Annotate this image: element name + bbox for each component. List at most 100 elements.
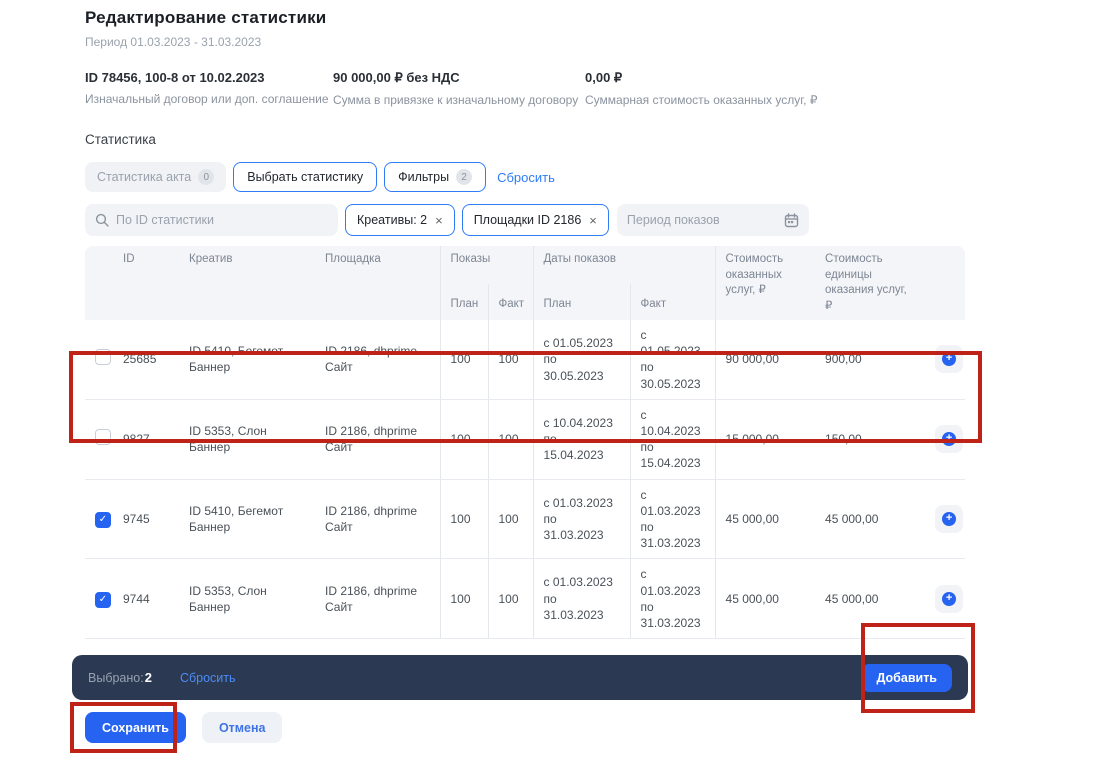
calendar-icon	[784, 213, 799, 228]
contract-info-item: 90 000,00 ₽ без НДС Сумма в привязке к и…	[333, 70, 585, 107]
row-shows-plan: 100	[440, 399, 488, 479]
row-actions-cell: +	[925, 399, 965, 479]
reset-filters-link[interactable]: Сбросить	[497, 170, 555, 185]
contract-info-item: ID 78456, 100-8 от 10.02.2023 Изначальны…	[85, 70, 333, 107]
row-unit-cost: 45 000,00	[815, 479, 925, 559]
header-creative: Креатив	[179, 246, 315, 320]
expand-row-button[interactable]: +	[935, 345, 963, 373]
row-dates-fact: с 01.03.2023по 31.03.2023	[630, 559, 715, 639]
row-checkbox[interactable]: ✓	[95, 592, 111, 608]
row-cost: 45 000,00	[715, 479, 815, 559]
plus-icon: +	[942, 432, 956, 446]
selected-label: Выбрано:	[88, 671, 144, 685]
row-platform: ID 2186, dhprimeСайт	[315, 479, 440, 559]
act-statistics-count-badge: 0	[198, 169, 214, 185]
expand-row-button[interactable]: +	[935, 505, 963, 533]
filters-count-badge: 2	[456, 169, 472, 185]
plus-icon: +	[942, 592, 956, 606]
row-checkbox[interactable]	[95, 349, 111, 365]
selected-count: 2	[145, 670, 152, 685]
row-actions-cell: +	[925, 320, 965, 399]
cancel-button[interactable]: Отмена	[202, 712, 283, 743]
filters-button[interactable]: Фильтры 2	[384, 162, 486, 192]
row-dates-plan: с 01.05.2023по 30.05.2023	[533, 320, 630, 399]
row-dates-plan: с 01.03.2023по 31.03.2023	[533, 559, 630, 639]
row-platform: ID 2186, dhprimeСайт	[315, 320, 440, 399]
plus-icon: +	[942, 352, 956, 366]
selection-reset-link[interactable]: Сбросить	[180, 671, 236, 685]
expand-row-button[interactable]: +	[935, 585, 963, 613]
statistics-heading: Статистика	[85, 132, 965, 147]
filter-chip-creatives[interactable]: Креативы: 2 ×	[345, 204, 455, 236]
search-filter-row: Креативы: 2 × Площадки ID 2186 × Период …	[85, 204, 965, 236]
services-total-value: 0,00 ₽	[585, 70, 965, 86]
select-statistics-button[interactable]: Выбрать статистику	[233, 162, 377, 192]
contract-info-item: 0,00 ₽ Суммарная стоимость оказанных усл…	[585, 70, 965, 107]
row-shows-fact: 100	[488, 399, 533, 479]
header-checkbox-col	[85, 246, 113, 320]
filter-chip-platforms[interactable]: Площадки ID 2186 ×	[462, 204, 609, 236]
table-header: ID Креатив Площадка Показы Даты показов …	[85, 246, 965, 320]
filter-chip-creatives-label: Креативы: 2	[357, 213, 427, 227]
row-creative: ID 5410, БегемотБаннер	[179, 479, 315, 559]
header-cost: Стоимость оказанных услуг, ₽	[715, 246, 815, 320]
row-dates-plan: с 10.04.2023по 15.04.2023	[533, 399, 630, 479]
table-row: 9827ID 5353, СлонБаннерID 2186, dhprimeС…	[85, 399, 965, 479]
save-button[interactable]: Сохранить	[85, 712, 186, 743]
table-row: 25685ID 5410, БегемотБаннерID 2186, dhpr…	[85, 320, 965, 399]
row-creative: ID 5410, БегемотБаннер	[179, 320, 315, 399]
row-unit-cost: 150,00	[815, 399, 925, 479]
remove-chip-icon[interactable]: ×	[435, 213, 443, 228]
period-datepicker[interactable]: Период показов	[617, 204, 809, 236]
row-id: 9744	[113, 559, 179, 639]
header-unit-cost: Стоимость единицы оказания услуг, ₽	[815, 246, 925, 320]
expand-row-button[interactable]: +	[935, 425, 963, 453]
row-shows-plan: 100	[440, 479, 488, 559]
row-id: 9827	[113, 399, 179, 479]
plus-icon: +	[942, 512, 956, 526]
row-checkbox-cell: ✓	[85, 479, 113, 559]
table-row: ✓9744ID 5353, СлонБаннерID 2186, dhprime…	[85, 559, 965, 639]
header-actions-col	[925, 246, 965, 320]
search-icon	[95, 213, 109, 227]
row-dates-fact: с 10.04.2023по 15.04.2023	[630, 399, 715, 479]
stats-controls-row: Статистика акта 0 Выбрать статистику Фил…	[85, 162, 965, 192]
row-platform: ID 2186, dhprimeСайт	[315, 559, 440, 639]
row-checkbox[interactable]: ✓	[95, 512, 111, 528]
row-checkbox[interactable]	[95, 429, 111, 445]
row-creative: ID 5353, СлонБаннер	[179, 559, 315, 639]
row-shows-fact: 100	[488, 320, 533, 399]
page-title: Редактирование статистики	[85, 8, 965, 28]
row-shows-plan: 100	[440, 320, 488, 399]
row-platform: ID 2186, dhprimeСайт	[315, 399, 440, 479]
row-cost: 45 000,00	[715, 559, 815, 639]
add-button[interactable]: Добавить	[861, 664, 952, 692]
row-cost: 15 000,00	[715, 399, 815, 479]
contract-info-row: ID 78456, 100-8 от 10.02.2023 Изначальны…	[85, 70, 965, 107]
row-dates-plan: с 01.03.2023по 31.03.2023	[533, 479, 630, 559]
act-statistics-label: Статистика акта	[97, 170, 191, 184]
main-content: Редактирование статистики Период 01.03.2…	[85, 8, 965, 639]
select-statistics-label: Выбрать статистику	[247, 170, 363, 184]
selection-bar: Выбрано: 2 Сбросить Добавить	[72, 655, 968, 700]
row-actions-cell: +	[925, 479, 965, 559]
table-body: 25685ID 5410, БегемотБаннерID 2186, dhpr…	[85, 320, 965, 639]
row-creative: ID 5353, СлонБаннер	[179, 399, 315, 479]
header-dates: Даты показов	[533, 246, 715, 284]
footer-actions: Сохранить Отмена	[85, 712, 282, 743]
statistics-table: ID Креатив Площадка Показы Даты показов …	[85, 246, 965, 639]
remove-chip-icon[interactable]: ×	[589, 213, 597, 228]
header-platform: Площадка	[315, 246, 440, 320]
row-id: 25685	[113, 320, 179, 399]
row-checkbox-cell	[85, 320, 113, 399]
header-dates-plan: План	[533, 284, 630, 320]
header-shows-plan: План	[440, 284, 488, 320]
act-statistics-tab[interactable]: Статистика акта 0	[85, 162, 226, 192]
period-placeholder: Период показов	[627, 213, 720, 227]
contract-sum-value: 90 000,00 ₽ без НДС	[333, 70, 585, 86]
search-box	[85, 204, 338, 236]
search-input[interactable]	[116, 213, 328, 227]
row-actions-cell: +	[925, 559, 965, 639]
contract-id-label: Изначальный договор или доп. соглашение	[85, 92, 333, 106]
contract-id-value: ID 78456, 100-8 от 10.02.2023	[85, 70, 333, 85]
